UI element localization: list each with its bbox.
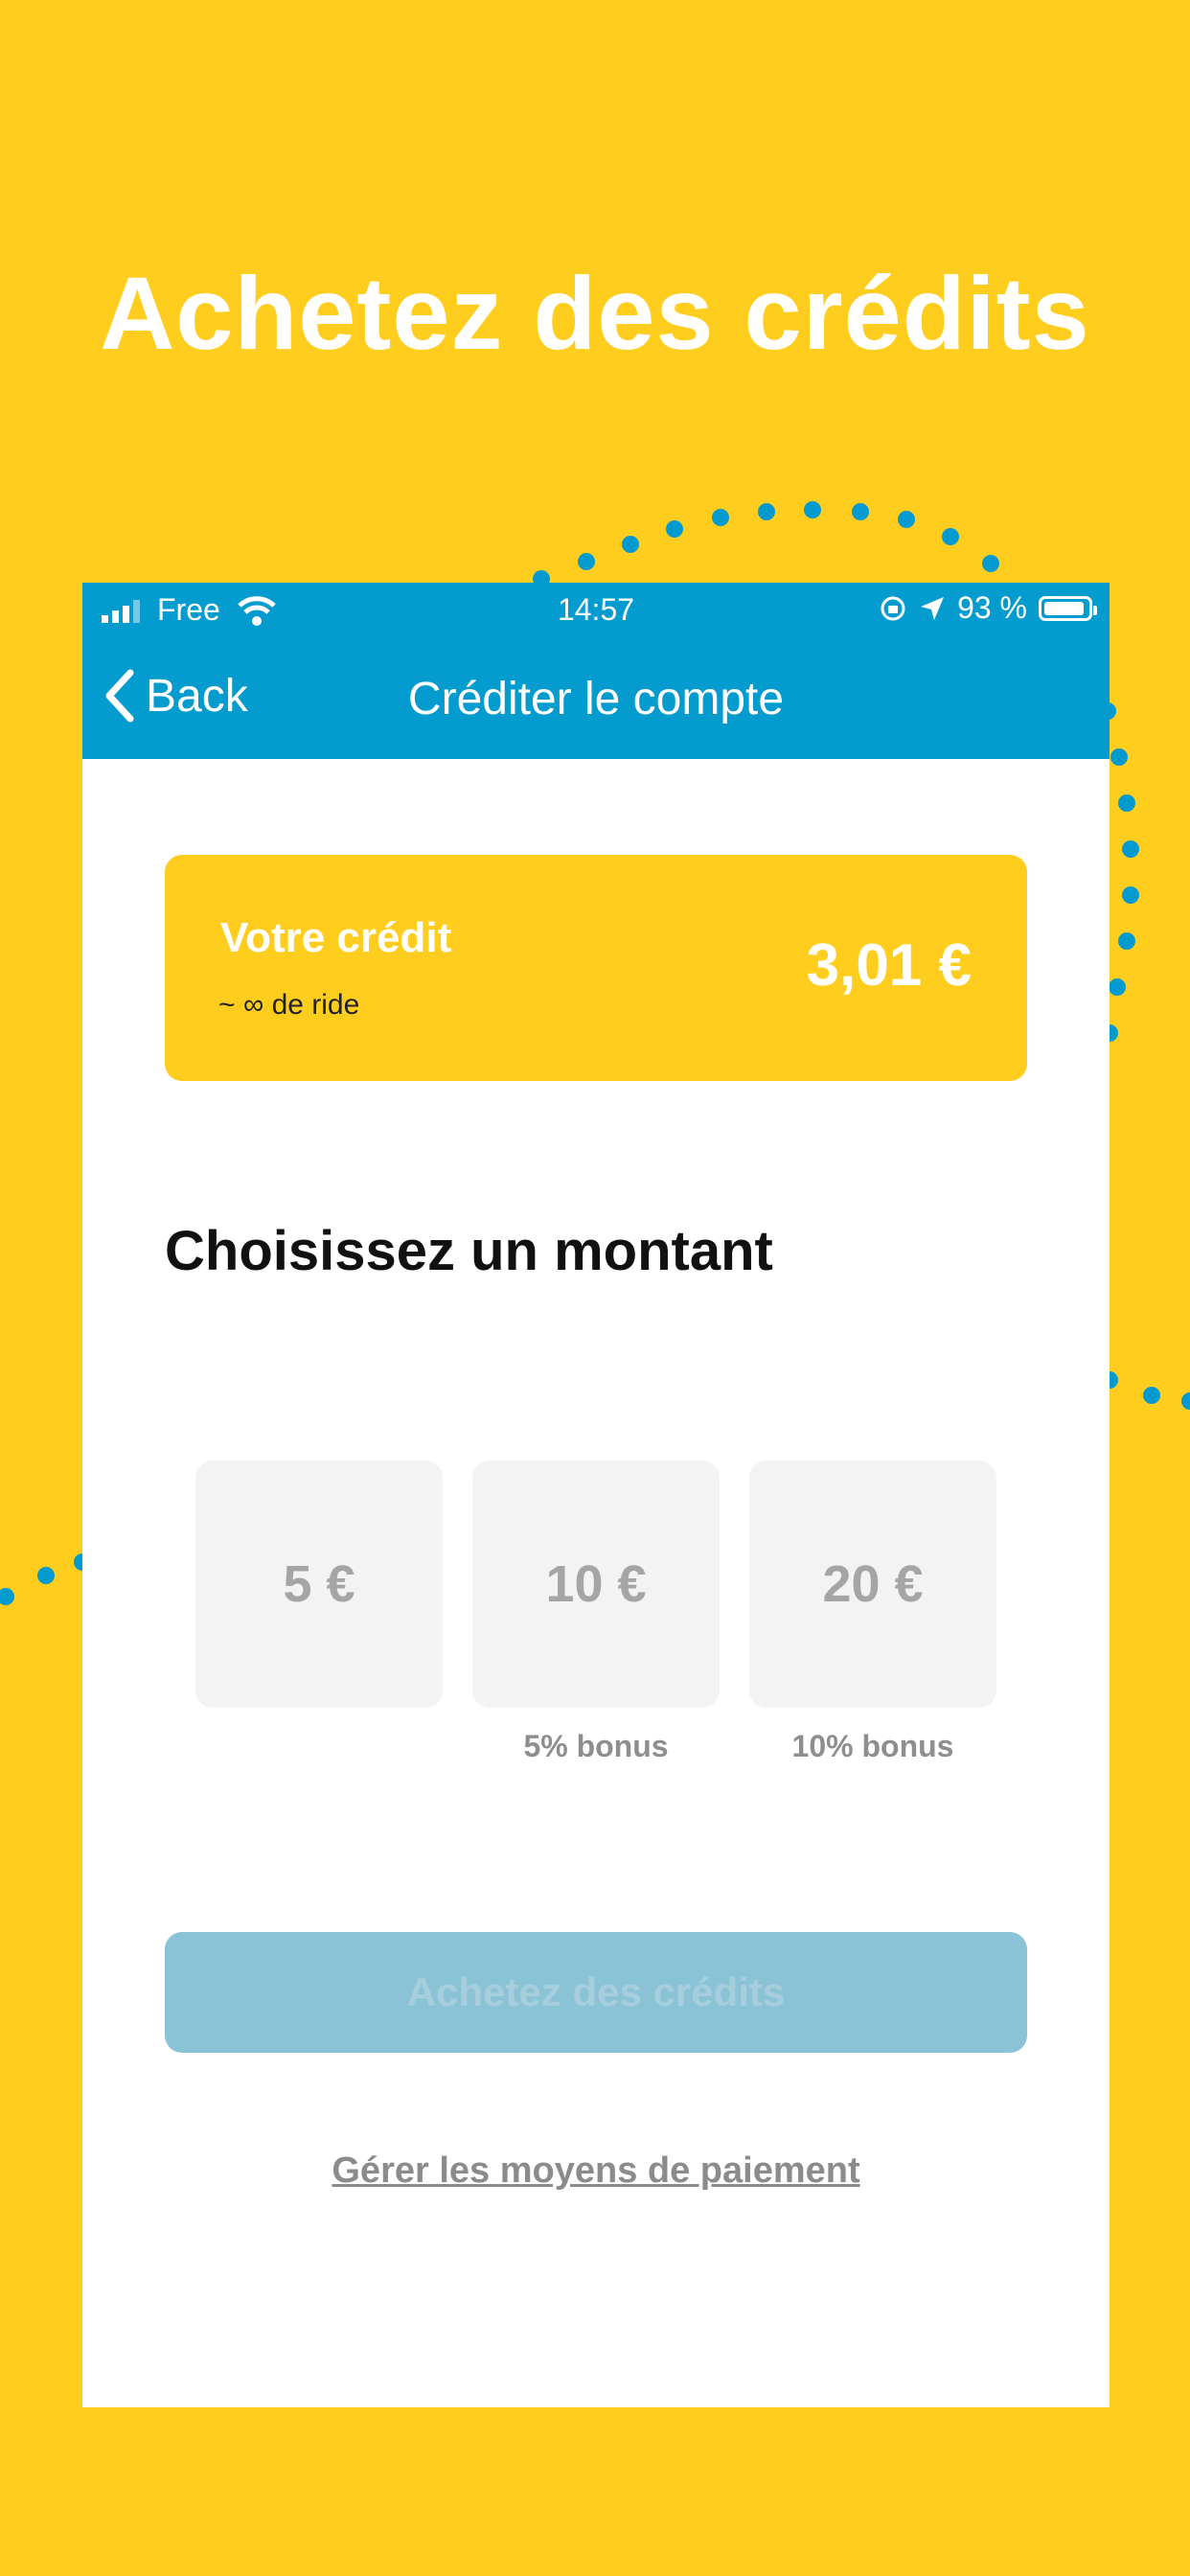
battery-icon xyxy=(1039,595,1097,621)
nav-title: Créditer le compte xyxy=(407,674,785,724)
credit-label: Votre crédit xyxy=(220,914,452,961)
battery-percent: 93 % xyxy=(957,590,1027,625)
location-arrow-icon xyxy=(921,596,945,620)
status-bar: Free 14:57 93 % xyxy=(82,583,1110,636)
amount-option-5[interactable]: 5 € xyxy=(195,1460,443,1708)
nav-bar: Back Créditer le compte xyxy=(82,650,1110,746)
rotation-lock-icon xyxy=(881,596,905,620)
buy-credits-button[interactable]: Achetez des crédits xyxy=(165,1932,1027,2053)
choose-amount-title: Choisissez un montant xyxy=(165,1220,773,1282)
bonus-label-20: 10% bonus xyxy=(791,1729,954,1763)
status-right: 93 % xyxy=(879,590,1097,626)
manage-payment-link[interactable]: Gérer les moyens de paiement xyxy=(82,2150,1110,2192)
credit-card: Votre crédit ~ ∞ de ride 3,01 € xyxy=(165,855,1027,1081)
credit-subtext: ~ ∞ de ride xyxy=(218,989,360,1021)
amount-option-10[interactable]: 10 € xyxy=(472,1460,720,1708)
app-screenshot: Free 14:57 93 % Back Créditer le compte … xyxy=(82,583,1110,2407)
credit-amount: 3,01 € xyxy=(806,932,972,999)
top-bar: Free 14:57 93 % Back Créditer le compte xyxy=(82,583,1110,759)
amount-option-20[interactable]: 20 € xyxy=(749,1460,996,1708)
bonus-label-10: 5% bonus xyxy=(523,1729,669,1763)
